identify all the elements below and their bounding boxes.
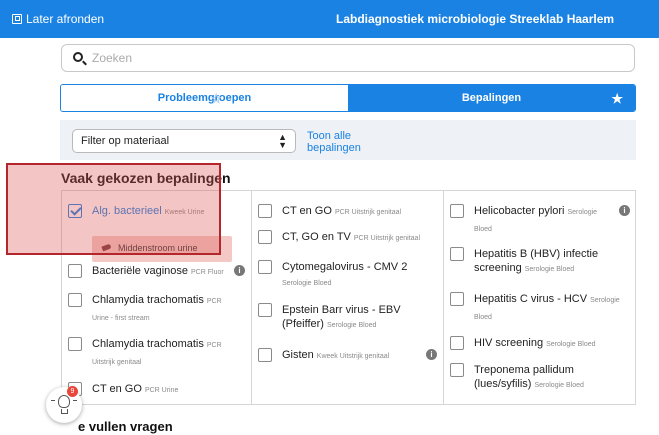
segmented-tabs: Probleemgroepen ☆ Bepalingen ★ (60, 84, 636, 112)
checkbox[interactable] (450, 292, 464, 306)
checkbox[interactable] (68, 337, 82, 351)
test-tag: Serologie Bloed (534, 382, 584, 389)
checkbox[interactable] (450, 247, 464, 261)
pipette-icon (101, 243, 112, 252)
checkbox[interactable] (258, 260, 272, 274)
test-name: CT, GO en TV (282, 231, 351, 243)
test-sub: Uitstrijk genitaal (92, 359, 142, 366)
test-label: Bacteriële vaginose PCR Fluor (92, 264, 235, 280)
tests-column-1: Alg. bacterieel Kweek Urine Middenstroom … (62, 191, 252, 404)
notification-badge: 9 (67, 386, 78, 397)
test-name: Bacteriële vaginose (92, 265, 189, 277)
checkbox-checked[interactable] (68, 204, 82, 218)
test-label: Chlamydia trachomatis PCR Urine - first s… (92, 293, 235, 326)
tab-bepalingen-label: Bepalingen (461, 92, 522, 104)
tests-column-2: CT en GO PCR Uitstrijk genitaal CT, GO en… (252, 191, 444, 404)
checkbox[interactable] (450, 363, 464, 377)
tab-bepalingen[interactable]: Bepalingen ★ (348, 85, 635, 111)
later-afronden-button[interactable]: Later afronden (12, 12, 104, 26)
test-label: Cytomegalovirus - CMV 2 Serologie Bloed (282, 260, 427, 291)
test-tag: Serologie (567, 209, 598, 216)
test-tag: PCR (206, 298, 222, 305)
test-name: Gisten (282, 349, 314, 361)
search-field[interactable] (61, 44, 635, 72)
test-tag: Serologie (590, 297, 620, 304)
test-label: HIV screening Serologie Bloed (474, 336, 620, 352)
save-icon (12, 14, 22, 24)
lightbulb-ray (73, 400, 77, 402)
test-name: Cytomegalovirus - CMV 2 (282, 261, 408, 273)
checkbox[interactable] (258, 230, 272, 244)
test-name: CT en GO (92, 383, 142, 395)
test-name: Chlamydia trachomatis (92, 338, 204, 350)
test-label: Helicobacter pylori Serologie Bloed (474, 204, 620, 237)
test-sub: Serologie Bloed (282, 280, 332, 287)
test-tag: Kweek Uitstrijk genitaal (316, 353, 390, 360)
test-sub: Bloed (474, 314, 492, 321)
top-bar: Later afronden Labdiagnostiek microbiolo… (0, 0, 659, 38)
test-tag: Kweek Urine (164, 209, 205, 216)
material-filter-value: Filter op materiaal (81, 135, 170, 147)
tab-probleemgroepen[interactable]: Probleemgroepen ☆ (61, 85, 348, 111)
test-label: CT en GO PCR Uitstrijk genitaal (282, 204, 427, 220)
test-tag: PCR Urine (144, 387, 179, 394)
lightbulb-icon (58, 395, 70, 408)
test-label: CT, GO en TV PCR Uitstrijk genitaal (282, 230, 427, 246)
tests-grid: Alg. bacterieel Kweek Urine Middenstroom … (61, 190, 636, 405)
tests-column-3: Helicobacter pylori Serologie Bloed i Hep… (444, 191, 636, 404)
test-tag: Serologie Bloed (546, 341, 596, 348)
lightbulb-base (61, 409, 68, 414)
info-icon[interactable]: i (619, 205, 630, 216)
test-name: Alg. bacterieel (92, 205, 162, 217)
tab-probleemgroepen-label: Probleemgroepen (157, 92, 252, 104)
select-arrows-icon: ▲ ▼ (278, 132, 287, 150)
material-chip[interactable]: Middenstroom urine (92, 236, 232, 262)
test-tag: PCR Uitstrijk genitaal (353, 235, 421, 242)
checkbox[interactable] (68, 264, 82, 278)
filter-bar: Filter op materiaal ▲ ▼ Toon alle bepalin… (60, 120, 636, 160)
checkbox[interactable] (258, 303, 272, 317)
test-sub: Urine - first stream (92, 315, 150, 322)
test-label: Gisten Kweek Uitstrijk genitaal (282, 348, 427, 364)
test-label: Chlamydia trachomatis PCR Uitstrijk genit… (92, 337, 235, 370)
show-all-link[interactable]: Toon alle bepalingen (307, 130, 367, 154)
checkbox[interactable] (68, 293, 82, 307)
star-outline-icon: ☆ (210, 91, 222, 106)
test-label: Alg. bacterieel Kweek Urine (92, 204, 235, 220)
test-label: Hepatitis C virus - HCV Serologie Bloed (474, 292, 620, 325)
test-sub: Bloed (474, 226, 492, 233)
test-tag: Serologie Bloed (326, 322, 377, 329)
search-icon (73, 52, 83, 62)
questions-section-title: e vullen vragen (78, 419, 173, 434)
star-filled-icon: ★ (611, 91, 623, 106)
search-input[interactable] (92, 49, 612, 67)
test-label: Epstein Barr virus - EBV (Pfeiffer) Serol… (282, 303, 427, 333)
test-label: Hepatitis B (HBV) infectie screening Sero… (474, 247, 620, 277)
material-chip-label: Middenstroom urine (118, 243, 198, 253)
info-icon[interactable]: i (426, 349, 437, 360)
test-label: CT en GO PCR Urine (92, 382, 235, 398)
test-label: Treponema pallidum (lues/syfilis) Serolog… (474, 363, 620, 393)
lightbulb-ray (51, 400, 55, 402)
checkbox[interactable] (258, 348, 272, 362)
section-title: Vaak gekozen bepalingen (61, 170, 231, 186)
checkbox[interactable] (450, 204, 464, 218)
page-title: Labdiagnostiek microbiologie Streeklab H… (336, 12, 615, 26)
checkbox[interactable] (450, 336, 464, 350)
test-tag: PCR Uitstrijk genitaal (334, 209, 402, 216)
test-name: Chlamydia trachomatis (92, 294, 204, 306)
test-name: CT en GO (282, 205, 332, 217)
test-tag: PCR (206, 342, 222, 349)
info-icon[interactable]: i (234, 265, 245, 276)
test-tag: PCR Fluor (191, 269, 224, 276)
test-name: Hepatitis C virus - HCV (474, 293, 588, 305)
test-name: HIV screening (474, 337, 544, 349)
test-name: Helicobacter pylori (474, 205, 565, 217)
later-afronden-label: Later afronden (26, 12, 105, 26)
test-tag: Serologie Bloed (524, 266, 575, 273)
checkbox[interactable] (258, 204, 272, 218)
material-filter-select[interactable]: Filter op materiaal ▲ ▼ (72, 129, 296, 153)
